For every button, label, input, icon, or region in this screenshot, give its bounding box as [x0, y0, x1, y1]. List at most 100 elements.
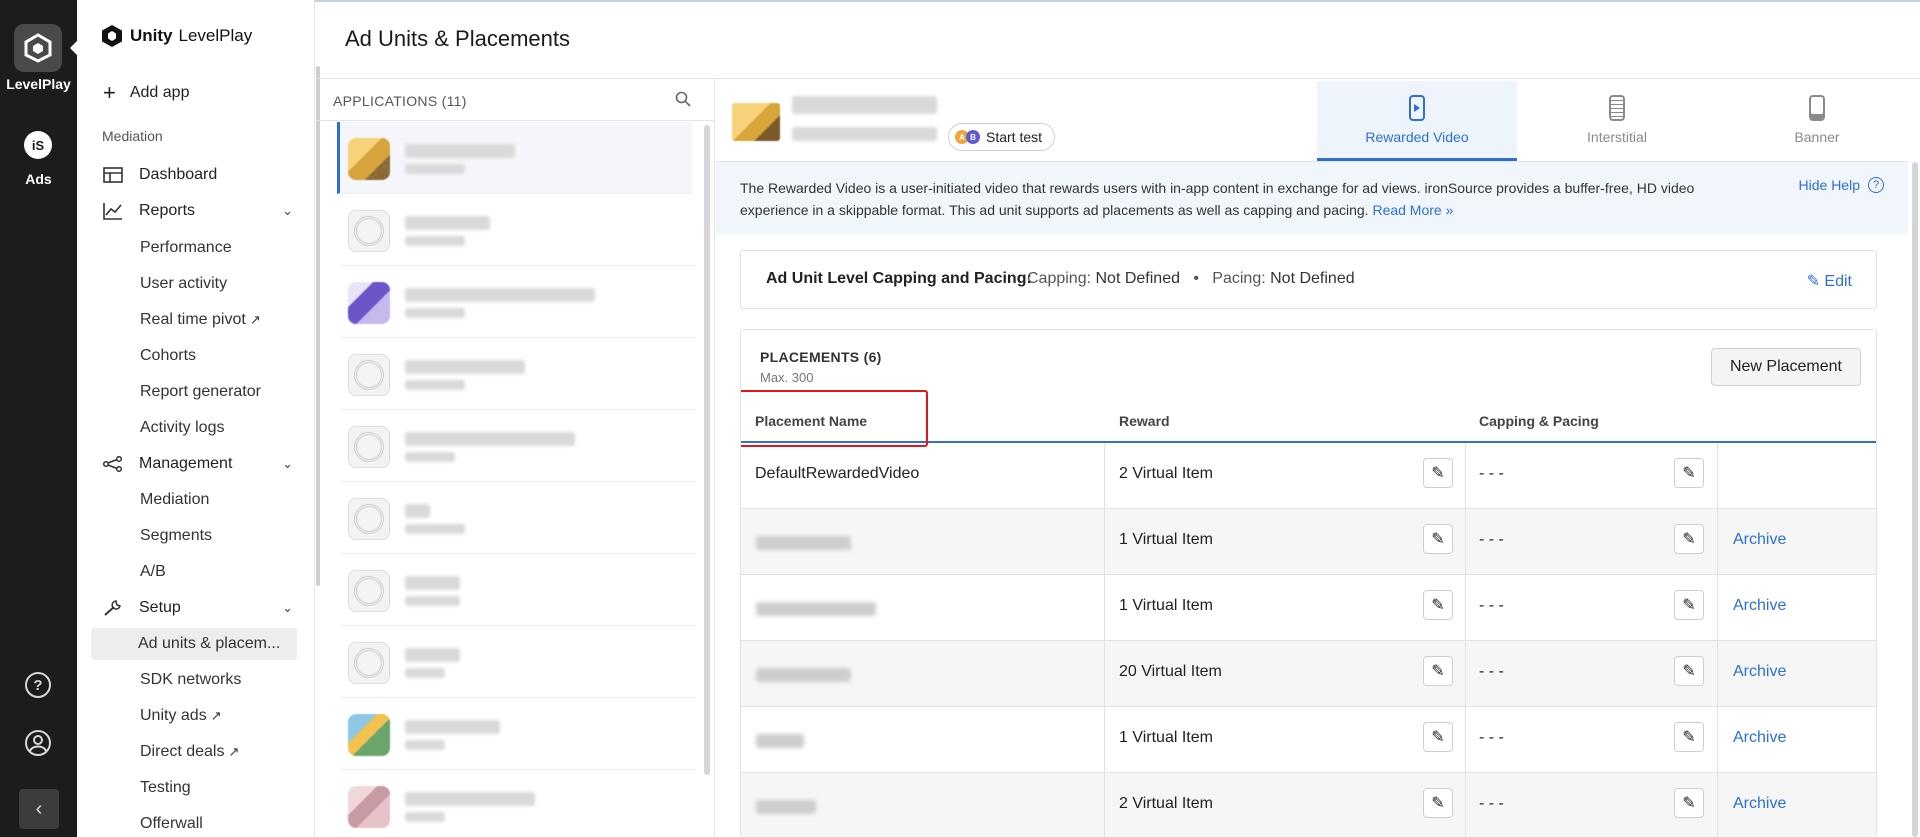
question-circle-icon[interactable]: ?	[25, 672, 51, 698]
archive-link[interactable]: Archive	[1733, 663, 1786, 681]
edit-reward-pencil-icon[interactable]: ✎	[1423, 524, 1453, 554]
archive-link[interactable]: Archive	[1733, 531, 1786, 549]
archive-link[interactable]: Archive	[1733, 729, 1786, 747]
sidebar-sub-ab[interactable]: A/B	[140, 563, 166, 581]
hide-help-label: Hide Help	[1798, 177, 1860, 193]
edit-capping-pencil-icon[interactable]: ✎	[1674, 788, 1704, 818]
chevron-left-icon[interactable]: ‹	[19, 789, 59, 829]
plus-icon: +	[103, 80, 116, 105]
app-list-item[interactable]	[340, 338, 695, 410]
ironsource-ads-icon[interactable]: iS	[24, 131, 52, 159]
sidebar-sub-performance[interactable]: Performance	[140, 239, 232, 257]
column-header-capping-pacing[interactable]: Capping & Pacing	[1479, 413, 1599, 429]
edit-capping-pencil-icon[interactable]: ✎	[1674, 722, 1704, 752]
capping-pacing-value: - - -	[1479, 597, 1504, 614]
tab-interstitial[interactable]: Interstitial	[1517, 81, 1717, 161]
sidebar-item-dashboard[interactable]: Dashboard	[103, 166, 303, 184]
app-name-blurred	[405, 360, 525, 374]
app-list-item[interactable]	[340, 482, 695, 554]
sidebar-sub-segments[interactable]: Segments	[140, 527, 212, 545]
logo-product: LevelPlay	[178, 26, 253, 45]
selected-app-name-blurred	[792, 96, 937, 114]
search-icon[interactable]	[675, 91, 691, 112]
sidebar-sub-activity-logs[interactable]: Activity logs	[140, 419, 224, 437]
sidebar-item-management[interactable]: Management ⌄	[103, 455, 303, 473]
sidebar-sub-testing[interactable]: Testing	[140, 779, 191, 797]
app-list-item[interactable]	[340, 626, 695, 698]
edit-capping-pencil-icon[interactable]: ✎	[1674, 458, 1704, 488]
hide-help-button[interactable]: Hide Help ?	[1799, 177, 1884, 193]
edit-capping-pencil-icon[interactable]: ✎	[1674, 656, 1704, 686]
applications-scrollbar[interactable]	[704, 125, 710, 775]
annotation-highlight-box	[741, 390, 928, 447]
archive-link[interactable]: Archive	[1733, 795, 1786, 813]
rail-ads-label[interactable]: Ads	[0, 171, 77, 187]
sidebar-item-reports[interactable]: Reports ⌄	[103, 202, 303, 220]
column-divider	[1465, 707, 1466, 773]
user-circle-icon[interactable]	[25, 730, 51, 756]
pacing-value: Not Defined	[1270, 270, 1355, 287]
new-placement-button[interactable]: New Placement	[1710, 348, 1861, 386]
edit-reward-pencil-icon[interactable]: ✎	[1423, 458, 1453, 488]
sidebar-item-label: Management	[139, 455, 233, 472]
app-list-item[interactable]	[340, 770, 695, 837]
sidebar-sub-user-activity[interactable]: User activity	[140, 275, 227, 293]
column-header-reward[interactable]: Reward	[1119, 413, 1170, 429]
read-more-link[interactable]: Read More »	[1372, 202, 1453, 218]
sidebar-sub-cohorts[interactable]: Cohorts	[140, 347, 196, 365]
edit-capping-pencil-icon[interactable]: ✎	[1674, 590, 1704, 620]
chevron-down-icon[interactable]: ⌄	[282, 600, 293, 616]
sidebar-sub-ad-units[interactable]: Ad units & placem...	[138, 635, 280, 653]
sidebar-sub-mediation[interactable]: Mediation	[140, 491, 209, 509]
start-test-button[interactable]: A B Start test	[948, 123, 1056, 151]
sidebar-item-label: Reports	[139, 202, 196, 219]
column-divider	[1465, 509, 1466, 575]
sidebar-sub-real-time-pivot[interactable]: Real time pivot ↗	[140, 311, 261, 329]
app-list-item[interactable]	[340, 698, 695, 770]
unity-cube-icon	[24, 33, 52, 63]
capping-pacing-value: - - -	[1479, 663, 1504, 680]
app-meta-blurred	[405, 236, 465, 246]
levelplay-app-button[interactable]	[14, 24, 62, 72]
reward-value: 1 Virtual Item	[1119, 729, 1213, 746]
edit-reward-pencil-icon[interactable]: ✎	[1423, 590, 1453, 620]
app-icon	[348, 714, 390, 756]
tab-rewarded-video[interactable]: Rewarded Video	[1317, 81, 1517, 161]
management-network-icon	[103, 455, 123, 473]
sidebar-sub-sdk-networks[interactable]: SDK networks	[140, 671, 241, 689]
main-scrollbar[interactable]	[1912, 162, 1918, 837]
chevron-down-icon[interactable]: ⌄	[282, 456, 293, 472]
external-link-icon: ↗	[210, 708, 222, 723]
sidebar-sub-direct-deals[interactable]: Direct deals ↗	[140, 743, 239, 761]
app-meta-blurred	[405, 596, 460, 606]
sidebar-item-setup[interactable]: Setup ⌄	[103, 599, 303, 617]
sidebar-sub-report-generator[interactable]: Report generator	[140, 383, 261, 401]
archive-link[interactable]: Archive	[1733, 597, 1786, 615]
app-list-item[interactable]	[340, 554, 695, 626]
edit-capping-button[interactable]: ✎ Edit	[1807, 271, 1852, 291]
app-name-blurred	[405, 216, 490, 230]
app-list-item[interactable]	[337, 122, 692, 194]
tab-label: Rewarded Video	[1365, 129, 1469, 145]
app-placeholder-icon	[348, 354, 390, 396]
column-divider	[1465, 443, 1466, 509]
edit-reward-pencil-icon[interactable]: ✎	[1423, 788, 1453, 818]
external-link-icon: ↗	[228, 744, 240, 759]
ab-test-icon: A B	[955, 130, 980, 144]
app-list-item[interactable]	[340, 410, 695, 482]
add-app-button[interactable]: + Add app	[103, 80, 189, 105]
chevron-down-icon[interactable]: ⌄	[282, 203, 293, 219]
sidebar-sub-offerwall[interactable]: Offerwall	[140, 815, 203, 833]
app-list-item[interactable]	[340, 266, 695, 338]
sidebar-sub-unity-ads[interactable]: Unity ads ↗	[140, 707, 222, 725]
edit-reward-pencil-icon[interactable]: ✎	[1423, 656, 1453, 686]
table-row: 1 Virtual Item ✎ - - - ✎ Archive	[741, 707, 1876, 773]
app-name-blurred	[405, 648, 460, 662]
tab-banner[interactable]: Banner	[1717, 81, 1917, 161]
app-list-item[interactable]	[340, 194, 695, 266]
column-divider	[1465, 641, 1466, 707]
edit-capping-pencil-icon[interactable]: ✎	[1674, 524, 1704, 554]
placements-max: Max. 300	[760, 370, 814, 385]
rail-app-label: LevelPlay	[6, 76, 71, 92]
edit-reward-pencil-icon[interactable]: ✎	[1423, 722, 1453, 752]
